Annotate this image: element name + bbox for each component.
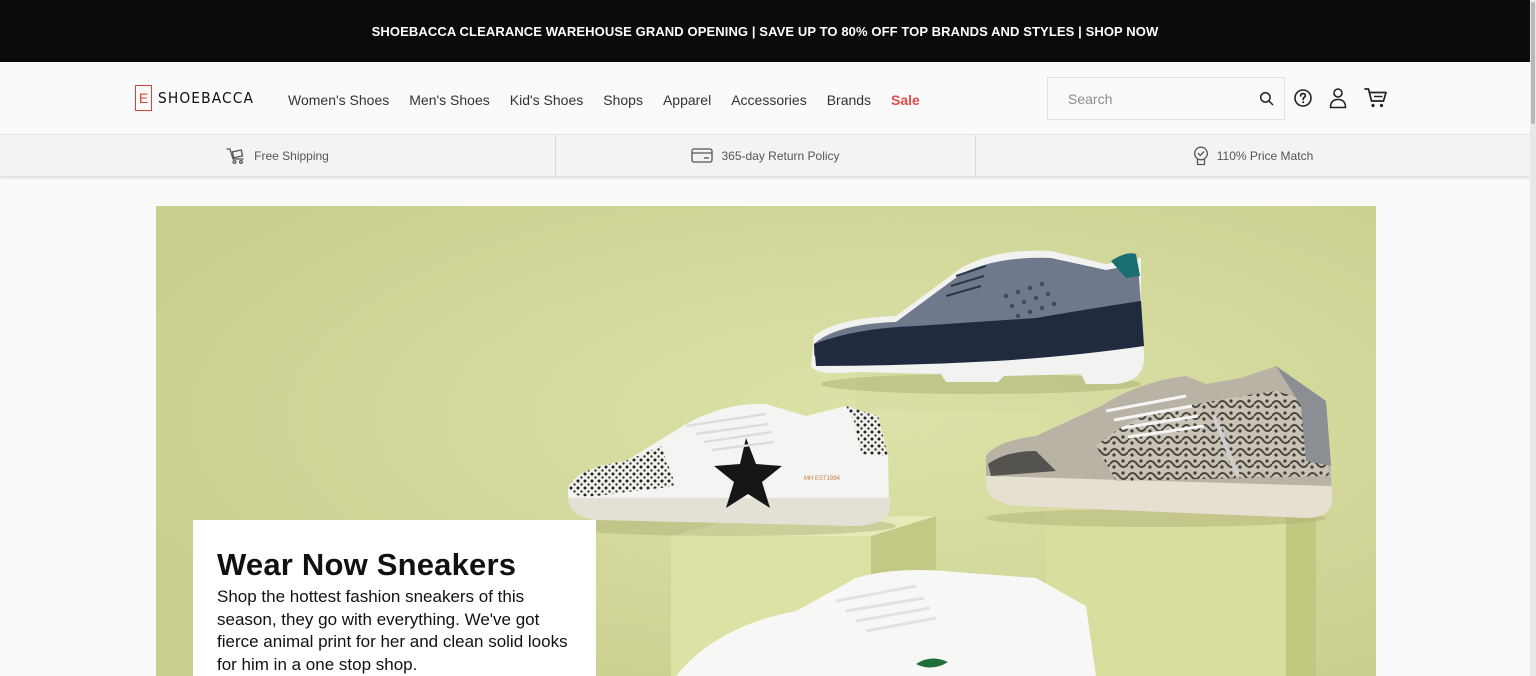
search-box [1047, 77, 1285, 120]
price-tag-icon [1193, 146, 1208, 165]
benefit-label: Free Shipping [254, 148, 329, 163]
nav-kids-shoes[interactable]: Kid's Shoes [510, 92, 584, 108]
account-button[interactable] [1326, 86, 1350, 110]
search-input[interactable] [1048, 78, 1249, 119]
svg-text:MH EST1994: MH EST1994 [804, 476, 841, 482]
nav-sale[interactable]: Sale [891, 92, 920, 108]
logo-mark-icon: E [135, 85, 152, 111]
benefits-strip: Free Shipping 365-day Return Policy 110%… [0, 134, 1530, 176]
promo-text[interactable]: SHOEBACCA CLEARANCE WAREHOUSE GRAND OPEN… [372, 24, 1159, 39]
hero-title: Wear Now Sneakers [217, 547, 517, 582]
account-icon [1329, 88, 1347, 109]
benefit-label: 110% Price Match [1216, 148, 1314, 163]
search-button[interactable] [1249, 78, 1284, 119]
logo-wordmark: SHOEBACCA [158, 89, 255, 107]
help-button[interactable] [1291, 86, 1315, 110]
benefit-return-policy[interactable]: 365-day Return Policy [556, 135, 976, 176]
hero-description: Shop the hottest fashion sneakers of thi… [217, 587, 568, 674]
cart-button[interactable] [1364, 86, 1388, 110]
nav-accessories[interactable]: Accessories [731, 92, 806, 108]
benefit-label: 365-day Return Policy [721, 148, 840, 163]
nav-brands[interactable]: Brands [827, 92, 871, 108]
shipping-cart-icon [226, 147, 244, 164]
nav-apparel[interactable]: Apparel [663, 92, 711, 108]
shoebacca-logo[interactable]: E SHOEBACCA [135, 85, 262, 111]
scrollbar-thumb[interactable] [1531, 2, 1535, 124]
nav-shops[interactable]: Shops [603, 92, 643, 108]
benefit-free-shipping[interactable]: Free Shipping [0, 135, 556, 176]
page-scrollbar[interactable] [1530, 0, 1536, 676]
benefit-price-match[interactable]: 110% Price Match [976, 135, 1530, 176]
help-icon [1294, 89, 1312, 107]
cart-icon [1364, 88, 1387, 108]
main-nav: Women's Shoes Men's Shoes Kid's Shoes Sh… [288, 92, 920, 108]
promo-banner[interactable]: SHOEBACCA CLEARANCE WAREHOUSE GRAND OPEN… [0, 0, 1530, 62]
logo-mark-letter: E [138, 90, 149, 106]
site-header: E SHOEBACCA Women's Shoes Men's Shoes Ki… [0, 62, 1530, 134]
nav-mens-shoes[interactable]: Men's Shoes [409, 92, 490, 108]
nav-womens-shoes[interactable]: Women's Shoes [288, 92, 389, 108]
hero-text-card[interactable]: Wear Now Sneakers Shop the hottest fashi… [193, 520, 596, 676]
card-icon [691, 148, 714, 163]
search-icon [1259, 91, 1274, 106]
